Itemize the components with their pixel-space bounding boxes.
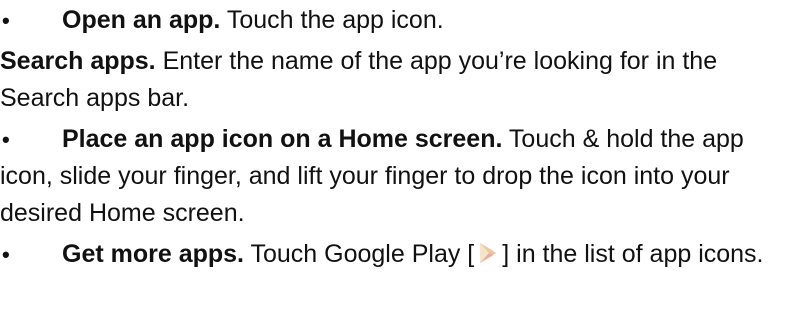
item-heading: Open an app. — [62, 6, 221, 34]
google-play-icon — [477, 239, 499, 263]
instruction-item-place-icon: • Place an app icon on a Home screen. Tou… — [0, 121, 803, 232]
instruction-document: • Open an app. Touch the app icon. Search… — [0, 0, 803, 331]
bullet-marker: • — [2, 8, 10, 33]
instruction-item-search-apps: Search apps. Enter the name of the app y… — [0, 43, 803, 117]
bullet-marker: • — [2, 127, 10, 152]
item-heading: Place an app icon on a Home screen. — [62, 125, 503, 153]
bullet-marker: • — [2, 242, 10, 267]
item-text-before-icon: Touch Google Play [ — [244, 240, 475, 268]
item-heading: Search apps. — [0, 47, 156, 75]
item-text: Touch the app icon. — [220, 6, 444, 34]
item-text-after-icon: ] in the list of app icons. — [502, 240, 764, 268]
instruction-item-get-more-apps: • Get more apps. Touch Google Play [ ] in… — [0, 236, 803, 273]
item-heading: Get more apps. — [62, 240, 244, 268]
instruction-item-open-app: • Open an app. Touch the app icon. — [0, 2, 803, 39]
